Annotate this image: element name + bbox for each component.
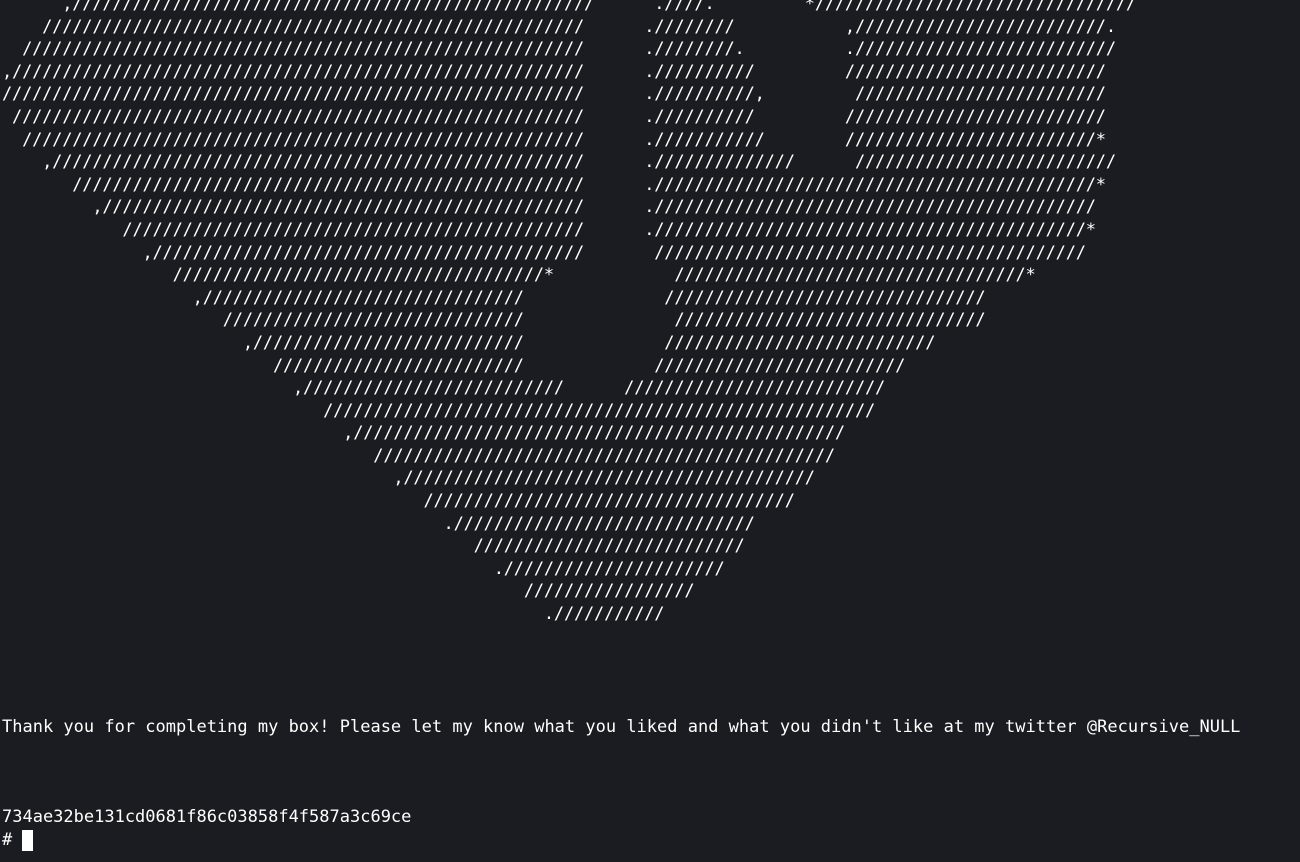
thanks-message: Thank you for completing my box! Please … (2, 717, 1241, 737)
text-cursor (22, 829, 34, 851)
terminal-window[interactable]: ,///////////////////////////////////////… (0, 0, 1300, 862)
prompt-symbol: # (2, 830, 13, 850)
ascii-art-logo: ,///////////////////////////////////////… (2, 0, 1136, 625)
flag-hash: 734ae32be131cd0681f86c03858f4f587a3c69ce (2, 807, 412, 827)
shell-prompt-line[interactable]: # (2, 829, 34, 852)
